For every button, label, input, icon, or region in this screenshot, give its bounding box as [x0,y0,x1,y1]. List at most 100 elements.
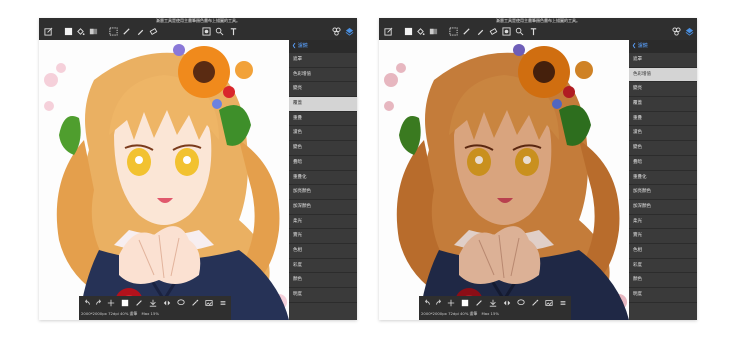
brush-icon[interactable] [475,298,483,307]
blend-mode-item[interactable]: 疊暗 [289,156,357,171]
transform-icon[interactable] [107,298,115,307]
zoom-icon[interactable] [515,27,524,36]
blend-mode-item[interactable]: 彩度 [289,259,357,274]
filter-icon[interactable] [502,27,511,36]
blend-mode-list: 遮罩 色彩增值 變亮 覆蓋 重疊 濾色 變色 疊暗 重疊化 加亮顏色 加深顏色 … [289,53,357,303]
artwork-illustration [44,44,289,320]
redo-icon[interactable] [95,298,103,307]
panel-header: ❮ 濾鏡 [289,40,357,53]
blend-mode-item[interactable]: 重疊 [629,112,697,127]
edit-icon[interactable] [44,27,53,36]
zoom-icon[interactable] [215,27,224,36]
gradient-icon[interactable] [429,27,438,36]
pen-icon[interactable] [136,27,145,36]
blend-mode-item[interactable]: 加深顏色 [289,200,357,215]
blend-mode-item[interactable]: 覆蓋 [629,97,697,112]
selection-icon[interactable] [109,27,118,36]
symmetry-icon[interactable] [672,27,681,36]
blend-mode-item[interactable]: 重疊化 [629,171,697,186]
fill-bucket-icon[interactable] [76,27,85,36]
magic-wand-icon[interactable] [531,298,539,307]
edit-icon[interactable] [384,27,393,36]
blend-mode-item[interactable]: 色相 [629,244,697,259]
back-button[interactable]: ❮ 濾鏡 [632,41,648,52]
color-swatch-icon[interactable] [404,27,413,36]
layers-icon[interactable] [345,27,354,36]
blend-mode-item[interactable]: 柔光 [289,215,357,230]
bottom-toolbar: 2000*2000px 72dpi 40% 畫筆 Max 15% [419,296,571,320]
brush-icon[interactable] [462,27,471,36]
blend-mode-item[interactable]: 重疊化 [289,171,357,186]
blend-mode-item[interactable]: 加深顏色 [629,200,697,215]
blend-mode-item-selected[interactable]: 覆蓋 [289,97,357,112]
filter-icon[interactable] [202,27,211,36]
blend-mode-panel: ❮ 濾鏡 遮罩 色彩增值 變亮 覆蓋 重疊 濾色 變色 疊暗 重疊化 加亮顏色 … [629,40,697,320]
text-icon[interactable] [229,27,238,36]
blend-mode-item[interactable]: 加亮顏色 [629,185,697,200]
blend-mode-item[interactable]: 色相 [289,244,357,259]
menu-icon[interactable] [559,298,567,307]
blend-mode-item[interactable]: 彩度 [629,259,697,274]
back-button[interactable]: ❮ 濾鏡 [292,41,308,52]
redo-icon[interactable] [435,298,443,307]
blend-mode-item[interactable]: 加亮顏色 [289,185,357,200]
blend-mode-item[interactable]: 變色 [629,141,697,156]
download-icon[interactable] [149,298,157,307]
color-swatch-icon[interactable] [64,27,73,36]
blend-mode-item[interactable]: 變色 [289,141,357,156]
blend-mode-item-selected[interactable]: 色彩增值 [629,67,697,83]
menu-icon[interactable] [219,298,227,307]
color-swatch-icon[interactable] [121,298,129,307]
brush-icon[interactable] [135,298,143,307]
top-toolbar: 漸層工具是使用主畫筆顏色畫布上描圖的工具。 [379,18,697,40]
blend-mode-item[interactable]: 柔光 [629,215,697,230]
blend-mode-item[interactable]: 變亮 [629,82,697,98]
eraser-icon[interactable] [149,27,158,36]
blend-mode-item[interactable]: 明度 [289,288,357,303]
brush-icon[interactable] [122,27,131,36]
blend-mode-item[interactable]: 濾色 [629,126,697,142]
undo-icon[interactable] [423,298,431,307]
flip-icon[interactable] [163,298,171,307]
blend-mode-item[interactable]: 顏色 [629,273,697,288]
blend-mode-item[interactable]: 顏色 [289,273,357,288]
flip-icon[interactable] [503,298,511,307]
download-icon[interactable] [489,298,497,307]
drawing-canvas[interactable] [39,40,289,320]
blend-mode-item[interactable]: 實光 [289,229,357,244]
color-swatch-icon[interactable] [461,298,469,307]
blend-mode-item[interactable]: 遮罩 [629,53,697,68]
blend-mode-item[interactable]: 色彩增值 [289,68,357,83]
blend-mode-item[interactable]: 重疊 [289,112,357,127]
blend-mode-item[interactable]: 濾色 [289,126,357,142]
symmetry-icon[interactable] [332,27,341,36]
text-icon[interactable] [529,27,538,36]
screenshot-right: 漸層工具是使用主畫筆顏色畫布上描圖的工具。 ❮ 濾鏡 遮罩 色彩增值 變亮 覆蓋… [379,18,697,320]
zoom-status: Max 15% [141,311,159,316]
blend-mode-item[interactable]: 疊暗 [629,156,697,171]
blend-mode-item[interactable]: 明度 [629,288,697,303]
drawing-canvas[interactable] [379,40,629,320]
image-icon[interactable] [205,298,213,307]
transform-icon[interactable] [447,298,455,307]
blend-mode-item[interactable]: 變亮 [289,82,357,98]
panel-header: ❮ 濾鏡 [629,40,697,53]
layers-icon[interactable] [685,27,694,36]
magic-wand-icon[interactable] [191,298,199,307]
hint-title: 漸層工具是使用主畫筆顏色畫布上描圖的工具。 [156,18,240,23]
fill-bucket-icon[interactable] [416,27,425,36]
eraser-icon[interactable] [489,27,498,36]
canvas-size-status: 2000*2000px 72dpi 40% 畫筆 [421,311,478,316]
blend-mode-panel: ❮ 濾鏡 遮罩 色彩增值 變亮 覆蓋 重疊 濾色 變色 疊暗 重疊化 加亮顏色 … [289,40,357,320]
blend-mode-item[interactable]: 實光 [629,229,697,244]
pen-icon[interactable] [476,27,485,36]
image-icon[interactable] [545,298,553,307]
gradient-icon[interactable] [89,27,98,36]
blend-mode-item[interactable]: 遮罩 [289,53,357,68]
screenshot-left: 漸層工具是使用主畫筆顏色畫布上描圖的工具。 ❮ 濾鏡 遮罩 色彩增值 變亮 覆蓋… [39,18,357,320]
lasso-icon[interactable] [517,298,525,307]
artwork-illustration-multiplied [384,44,629,320]
lasso-icon[interactable] [177,298,185,307]
undo-icon[interactable] [83,298,91,307]
selection-icon[interactable] [449,27,458,36]
